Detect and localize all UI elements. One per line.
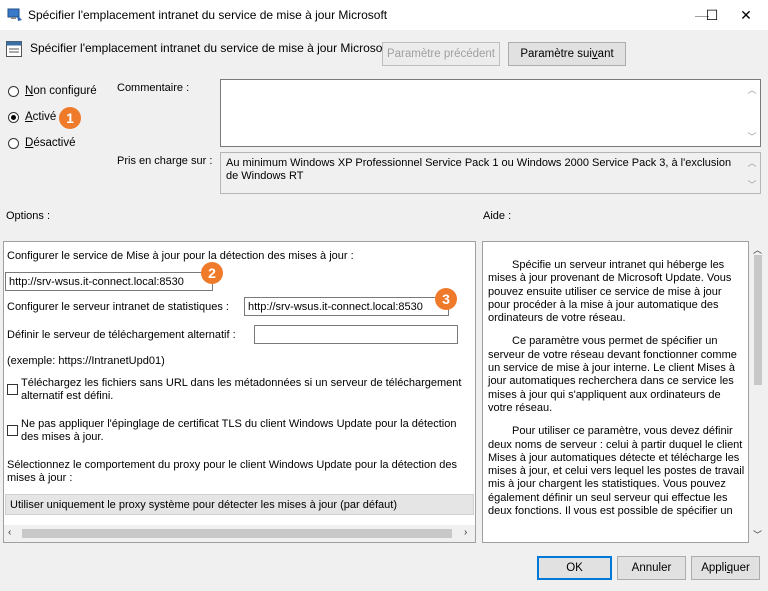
help-panel: Spécifie un serveur intranet qui héberge…: [482, 241, 749, 543]
next-setting-button[interactable]: Paramètre suivant: [508, 42, 626, 66]
previous-setting-button[interactable]: Paramètre précédent: [382, 42, 500, 66]
radio-disabled[interactable]: Désactivé: [8, 137, 76, 149]
window-title: Spécifier l'emplacement intranet du serv…: [28, 8, 388, 22]
help-vertical-scrollbar[interactable]: ︿ ﹀: [750, 241, 766, 543]
proxy-select-value: Utiliser uniquement le proxy système pou…: [10, 499, 398, 511]
scroll-down-icon[interactable]: ﹀: [744, 130, 760, 143]
proxy-label: Sélectionnez le comportement du proxy po…: [7, 459, 458, 484]
close-icon[interactable]: ✕: [724, 0, 768, 30]
stats-server-label: Configurer le serveur intranet de statis…: [7, 301, 229, 313]
ok-label: OK: [566, 562, 583, 574]
example-text: (exemple: https://IntranetUpd01): [7, 355, 165, 367]
supported-on-text: Au minimum Windows XP Professionnel Serv…: [226, 157, 732, 182]
scroll-thumb[interactable]: [22, 529, 452, 538]
scroll-thumb[interactable]: [754, 255, 762, 385]
scroll-down-icon[interactable]: ﹀: [753, 528, 762, 541]
options-panel[interactable]: Configurer le service de Mise à jour pou…: [3, 241, 476, 543]
radio-button-selected[interactable]: [8, 111, 19, 123]
ok-button[interactable]: OK: [537, 556, 612, 580]
help-paragraph: Spécifie un serveur intranet qui héberge…: [488, 259, 732, 325]
radio-enabled[interactable]: Activé: [8, 111, 56, 123]
step-badge-2: 2: [201, 262, 223, 284]
policy-icon: [6, 41, 22, 57]
cancel-button[interactable]: Annuler: [617, 556, 686, 580]
radio-not-configured[interactable]: Non configuré: [8, 85, 97, 97]
comment-field[interactable]: ︿ ﹀: [220, 79, 761, 147]
alt-server-input[interactable]: [254, 325, 458, 344]
policy-title: Spécifier l'emplacement intranet du serv…: [30, 41, 390, 55]
comment-label: Commentaire :: [117, 82, 190, 94]
apply-button[interactable]: Appliquer: [691, 556, 760, 580]
download-without-url-label: Téléchargez les fichiers sans URL dans l…: [21, 377, 462, 402]
radio-label: Désactivé: [25, 137, 76, 149]
download-without-url-checkbox[interactable]: [7, 384, 18, 395]
radio-label: Activé: [25, 111, 57, 123]
radio-label: Non configuré: [25, 85, 97, 97]
detect-server-label: Configurer le service de Mise à jour pou…: [7, 250, 354, 262]
help-paragraph: Ce paramètre vous permet de spécifier un…: [488, 335, 737, 414]
help-text: Spécifie un serveur intranet qui héberge…: [488, 259, 745, 528]
supported-on-label: Pris en charge sur :: [117, 155, 213, 167]
previous-setting-label: Paramètre précédent: [386, 48, 496, 60]
scroll-up-icon[interactable]: ︿: [744, 156, 760, 169]
cancel-label: Annuler: [631, 562, 672, 574]
supported-on-field: Au minimum Windows XP Professionnel Serv…: [220, 152, 761, 194]
scroll-right-icon[interactable]: ›: [464, 527, 467, 538]
step-badge-3: 3: [435, 288, 457, 310]
help-label: Aide :: [483, 210, 512, 222]
app-icon: [7, 8, 22, 21]
scroll-up-icon[interactable]: ︿: [744, 83, 760, 96]
scroll-down-icon[interactable]: ﹀: [744, 178, 760, 191]
options-label: Options :: [6, 210, 51, 222]
tls-pinning-checkbox[interactable]: [7, 425, 18, 436]
scroll-left-icon[interactable]: ‹: [8, 527, 11, 538]
apply-label: Appliquer: [701, 562, 750, 574]
next-setting-label: Paramètre suivant: [520, 48, 614, 60]
tls-pinning-label: Ne pas appliquer l'épinglage de certific…: [21, 418, 457, 443]
detect-server-input[interactable]: http://srv-wsus.it-connect.local:8530: [5, 272, 213, 291]
help-paragraph: Pour utiliser ce paramètre, vous devez d…: [488, 425, 745, 518]
radio-button[interactable]: [8, 85, 19, 97]
radio-button[interactable]: [8, 137, 19, 149]
alt-server-label: Définir le serveur de téléchargement alt…: [7, 329, 236, 341]
proxy-select[interactable]: Utiliser uniquement le proxy système pou…: [5, 494, 474, 515]
step-badge-1: 1: [59, 107, 81, 129]
options-horizontal-scrollbar[interactable]: ‹ ›: [4, 525, 475, 542]
stats-server-input[interactable]: http://srv-wsus.it-connect.local:8530: [244, 297, 449, 316]
